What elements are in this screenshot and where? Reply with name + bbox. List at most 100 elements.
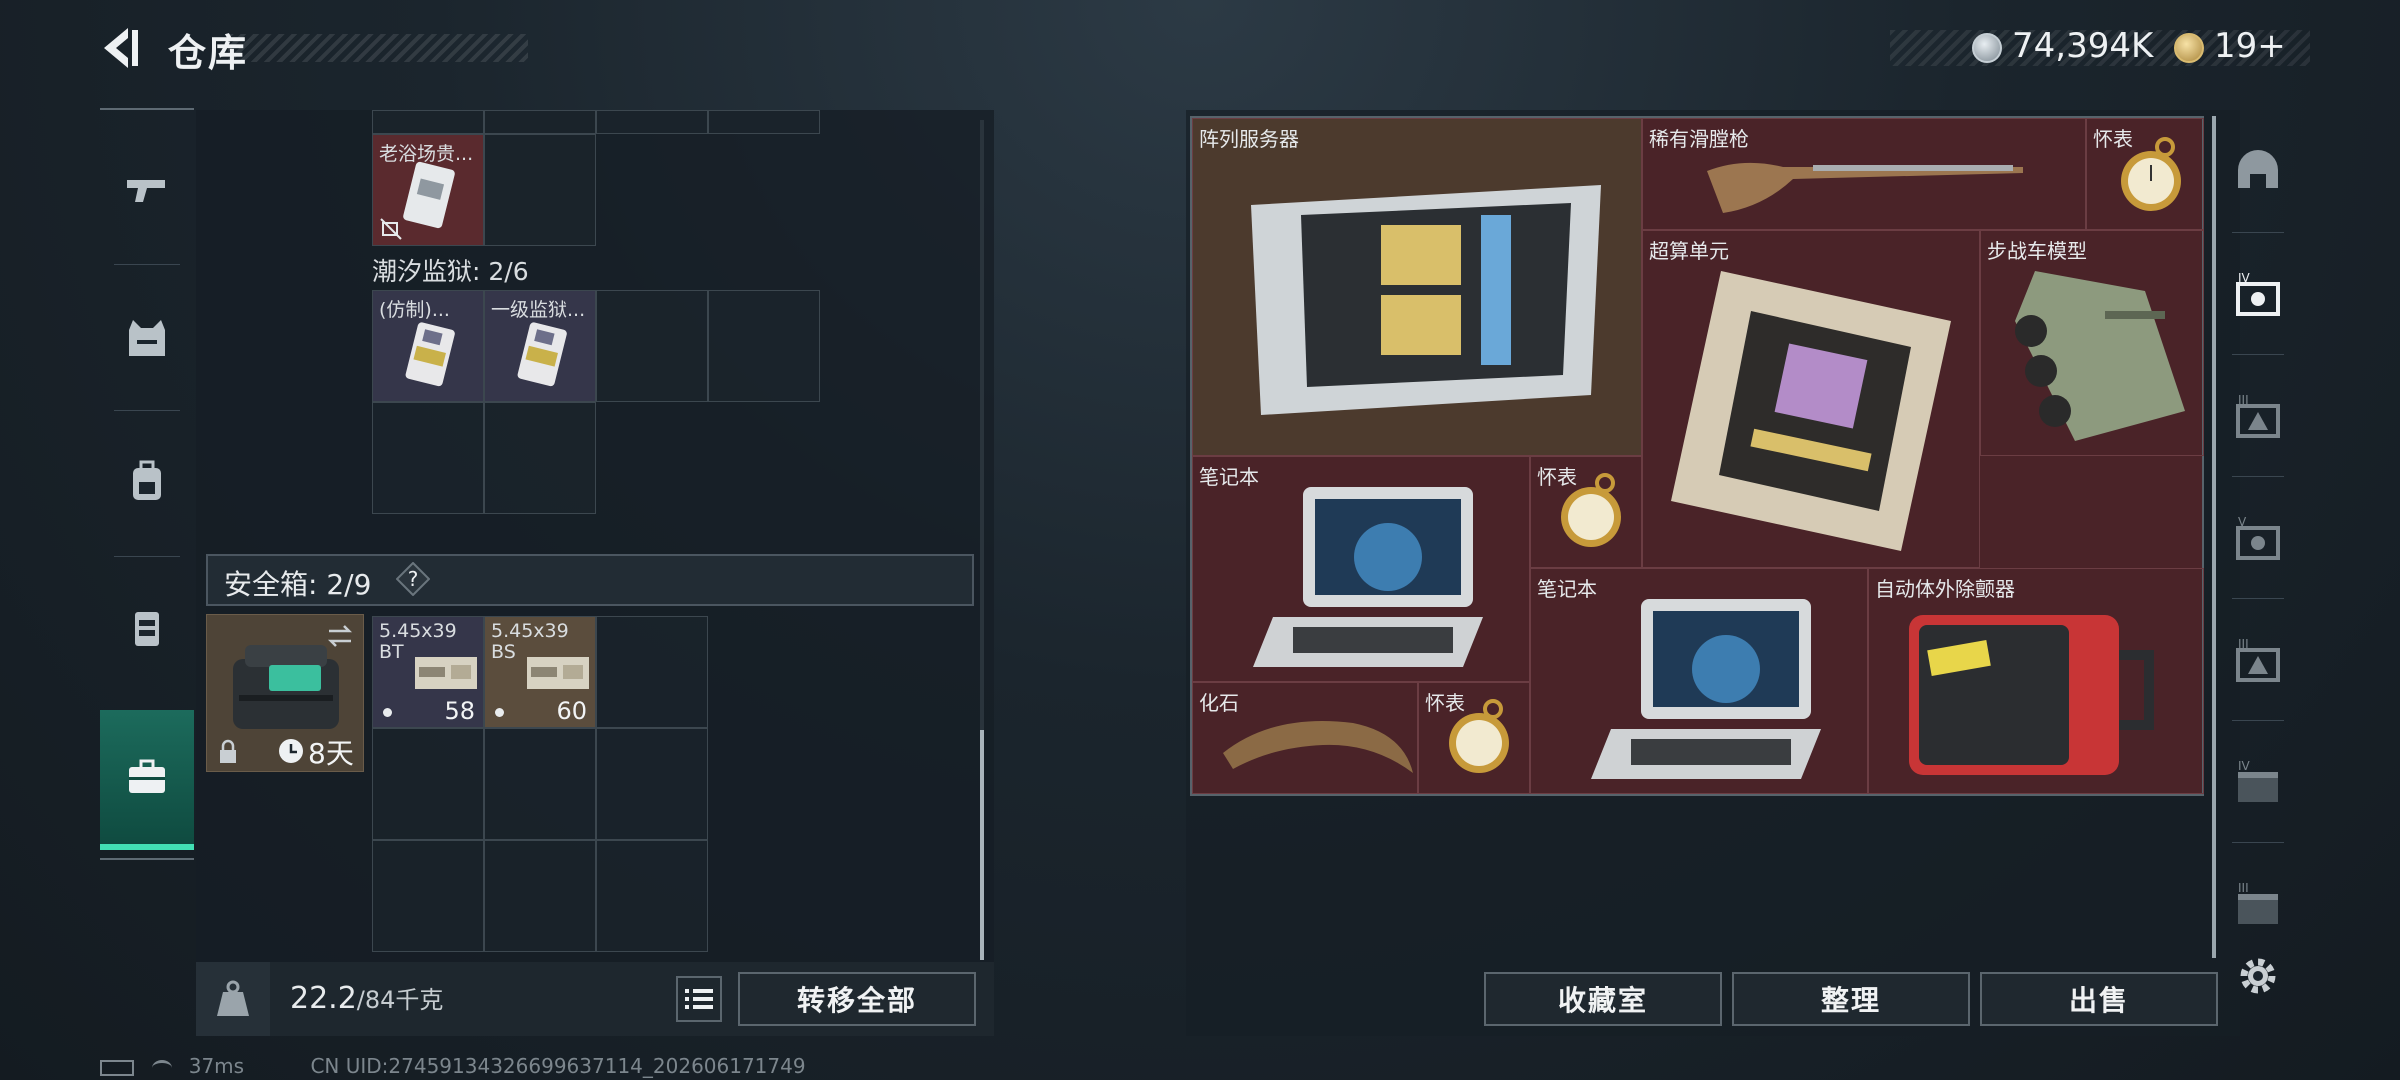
storage-grid: 阵列服务器 稀有滑膛枪 怀表 超算单元 步战车模型 笔记本 怀表 笔记本 自动体… bbox=[1190, 116, 2204, 796]
dome-icon bbox=[2238, 150, 2278, 188]
nav-gun[interactable] bbox=[100, 120, 194, 260]
left-equipment-nav bbox=[100, 108, 194, 860]
supercomputer-icon bbox=[1671, 271, 1951, 551]
tab-container-iii[interactable]: III bbox=[2220, 358, 2296, 478]
tab-dome[interactable] bbox=[2220, 110, 2296, 230]
storage-item-musket[interactable]: 稀有滑膛枪 bbox=[1642, 118, 2086, 230]
grid-cell[interactable] bbox=[484, 840, 596, 952]
grid-cell[interactable] bbox=[708, 290, 820, 402]
ammo-dot bbox=[495, 708, 504, 717]
gold-amount: 19+ bbox=[2214, 26, 2286, 66]
organize-button[interactable]: 整理 bbox=[1732, 972, 1970, 1026]
storage-scroll-thumb[interactable] bbox=[2212, 116, 2216, 958]
lock-icon bbox=[220, 739, 236, 763]
back-arrow-icon[interactable] bbox=[98, 24, 146, 72]
item-label: 超算单元 bbox=[1649, 239, 1729, 263]
item-label: 一级监狱... bbox=[491, 299, 586, 321]
ifv-model-icon bbox=[2015, 271, 2185, 441]
ping-text: 37ms bbox=[188, 1054, 245, 1078]
safebox-case-icon bbox=[233, 645, 339, 729]
tab-container-iii-c[interactable]: III bbox=[2220, 846, 2296, 966]
sell-button[interactable]: 出售 bbox=[1980, 972, 2218, 1026]
grid-cell[interactable] bbox=[596, 840, 708, 952]
gold-coin-icon bbox=[2174, 33, 2204, 63]
storage-item-supercomputer[interactable]: 超算单元 bbox=[1642, 230, 1980, 568]
grid-cell[interactable] bbox=[484, 728, 596, 840]
wifi-icon bbox=[152, 1059, 173, 1076]
container-iii-c-icon: III bbox=[2238, 881, 2278, 924]
ammo-box-icon bbox=[527, 657, 589, 689]
keycard-icon bbox=[405, 322, 455, 387]
fossil-claw-icon bbox=[1223, 721, 1413, 773]
grid-cell[interactable] bbox=[708, 110, 820, 134]
storage-item-laptop[interactable]: 笔记本 bbox=[1530, 568, 1868, 794]
svg-text:III: III bbox=[2238, 637, 2249, 651]
svg-text:IV: IV bbox=[2238, 759, 2251, 773]
tab-container-v[interactable]: V bbox=[2220, 480, 2296, 600]
weight-display: 22.2/84千克 bbox=[290, 980, 443, 1016]
svg-text:IV: IV bbox=[2238, 271, 2251, 285]
collection-room-button[interactable]: 收藏室 bbox=[1484, 972, 1722, 1026]
pocket-watch-icon bbox=[1449, 699, 1509, 773]
storage-item-ifv-model[interactable]: 步战车模型 bbox=[1980, 230, 2204, 456]
silver-amount: 74,394K bbox=[2012, 26, 2154, 66]
server-icon bbox=[1251, 185, 1601, 415]
grid-cell[interactable] bbox=[484, 402, 596, 514]
storage-tabs: IV III V III IV III bbox=[2220, 108, 2296, 968]
inventory-scroll-thumb[interactable] bbox=[980, 730, 984, 960]
grid-cell[interactable] bbox=[596, 110, 708, 134]
nav-backpack[interactable] bbox=[100, 412, 194, 552]
item-count: 60 bbox=[556, 697, 587, 725]
gun-icon bbox=[127, 180, 165, 202]
storage-item-fossil[interactable]: 化石 bbox=[1192, 682, 1418, 794]
battery-icon bbox=[100, 1059, 134, 1076]
musket-icon bbox=[1707, 162, 2023, 213]
settings-icon[interactable] bbox=[2234, 952, 2282, 1000]
grid-cell[interactable] bbox=[596, 616, 708, 728]
inventory-item-keycard[interactable]: 老浴场贵... bbox=[372, 134, 484, 246]
inventory-item-prison-card[interactable]: (仿制)... bbox=[372, 290, 484, 402]
item-label: 阵列服务器 bbox=[1199, 127, 1299, 151]
swap-icon[interactable] bbox=[325, 623, 355, 649]
tide-prison-label: 潮汐监狱: 2/6 bbox=[372, 257, 529, 286]
grid-cell[interactable] bbox=[372, 728, 484, 840]
tab-container-iv[interactable]: IV bbox=[2220, 236, 2296, 356]
storage-item-pocket-watch[interactable]: 怀表 bbox=[1530, 456, 1642, 568]
chest-rig-icon bbox=[135, 612, 159, 646]
clock-icon bbox=[279, 739, 303, 763]
transfer-all-button[interactable]: 转移全部 bbox=[738, 972, 976, 1026]
status-bar: 37ms CN UID:27459134326699637114_2026061… bbox=[100, 1054, 806, 1078]
weight-icon bbox=[217, 980, 249, 1016]
uid-text: CN UID:27459134326699637114_202606171749 bbox=[310, 1054, 806, 1078]
inventory-item-ammo[interactable]: 5.45x39 BS 60 bbox=[484, 616, 596, 728]
item-label: 步战车模型 bbox=[1987, 239, 2087, 263]
nav-chest-rig[interactable] bbox=[100, 558, 194, 698]
grid-cell[interactable] bbox=[372, 402, 484, 514]
title-decoration bbox=[228, 34, 528, 62]
storage-item-server[interactable]: 阵列服务器 bbox=[1192, 118, 1642, 456]
pocket-watch-icon bbox=[1561, 473, 1621, 547]
tab-container-iii-b[interactable]: III bbox=[2220, 602, 2296, 722]
storage-item-aed[interactable]: 自动体外除颤器 bbox=[1868, 568, 2204, 794]
help-icon[interactable]: ? bbox=[396, 562, 430, 596]
list-view-button[interactable] bbox=[676, 976, 722, 1022]
storage-item-pocket-watch[interactable]: 怀表 bbox=[1418, 682, 1530, 794]
inventory-item-ammo[interactable]: 5.45x39 BT 58 bbox=[372, 616, 484, 728]
grid-cell[interactable] bbox=[484, 110, 596, 134]
nav-vest[interactable] bbox=[100, 268, 194, 408]
nav-safebox[interactable] bbox=[100, 710, 194, 850]
weight-icon-box bbox=[196, 962, 270, 1036]
storage-item-pocket-watch[interactable]: 怀表 bbox=[2086, 118, 2204, 230]
grid-cell[interactable] bbox=[372, 840, 484, 952]
container-iii-b-icon: III bbox=[2236, 637, 2280, 682]
grid-cell[interactable] bbox=[596, 290, 708, 402]
grid-cell[interactable] bbox=[372, 110, 484, 134]
inventory-item-prison-card[interactable]: 一级监狱... bbox=[484, 290, 596, 402]
vest-icon bbox=[129, 320, 165, 356]
storage-item-laptop[interactable]: 笔记本 bbox=[1192, 456, 1530, 682]
tab-container-iv-b[interactable]: IV bbox=[2220, 724, 2296, 844]
container-iv-b-icon: IV bbox=[2238, 759, 2278, 802]
grid-cell[interactable] bbox=[484, 134, 596, 246]
backpack-icon bbox=[133, 460, 161, 500]
grid-cell[interactable] bbox=[596, 728, 708, 840]
